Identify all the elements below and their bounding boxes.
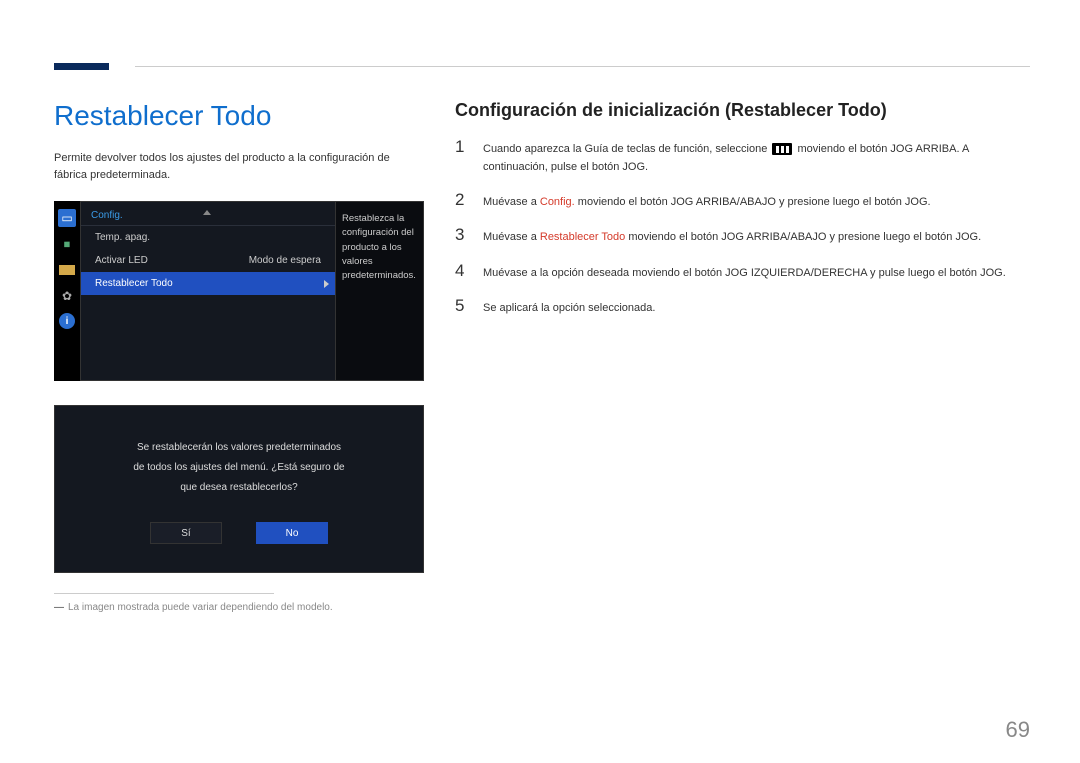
monitor-icon: ▭: [58, 209, 76, 227]
footnote-dash: ―: [54, 602, 64, 613]
header-divider: [135, 66, 1030, 67]
color-icon: ◆: [58, 235, 76, 253]
osd-row: Activar LED Modo de espera: [81, 249, 335, 272]
step-number: 3: [455, 225, 469, 245]
step-text: Se aplicará la opción seleccionada.: [483, 296, 655, 317]
osd-sidebar: ▭ ◆ ✿ i: [54, 201, 80, 381]
dialog-message: Se restablecerán los valores predetermin…: [75, 438, 403, 498]
step-2: 2 Muévase a Config. moviendo el botón JO…: [455, 190, 1025, 211]
step-text: Muévase a Restablecer Todo moviendo el b…: [483, 225, 981, 246]
dialog-line: Se restablecerán los valores predetermin…: [75, 438, 403, 458]
page-title: Restablecer Todo: [54, 100, 424, 132]
footnote-divider: [54, 593, 274, 594]
arrow-right-icon: [324, 280, 329, 288]
osd-row-label: Temp. apag.: [95, 232, 150, 243]
step-highlight: Config.: [540, 196, 575, 208]
arrow-up-icon: [203, 210, 211, 215]
dialog-line: de todos los ajustes del menú. ¿Está seg…: [75, 458, 403, 478]
osd-row-selected: Restablecer Todo: [81, 272, 335, 295]
right-column: Configuración de inicialización (Restabl…: [455, 100, 1025, 331]
step-highlight: Restablecer Todo: [540, 231, 625, 243]
osd-screenshot-1: ▭ ◆ ✿ i Config. Temp. apag. Activar LED …: [54, 201, 424, 381]
osd-help-panel: Restablezca la configuración del product…: [336, 201, 424, 381]
step-number: 4: [455, 261, 469, 281]
step-number: 2: [455, 190, 469, 210]
step-number: 1: [455, 137, 469, 157]
osd-row-value: Modo de espera: [249, 255, 321, 266]
gear-icon: ✿: [58, 287, 76, 305]
osd-header: Config.: [81, 202, 335, 226]
step-text: Muévase a la opción deseada moviendo el …: [483, 261, 1006, 282]
step-5: 5 Se aplicará la opción seleccionada.: [455, 296, 1025, 317]
dialog-no-button: No: [256, 522, 328, 544]
dialog-buttons: Sí No: [75, 522, 403, 544]
step-3: 3 Muévase a Restablecer Todo moviendo el…: [455, 225, 1025, 246]
step-text-part: Muévase a: [483, 231, 540, 243]
footnote: ― La imagen mostrada puede variar dependi…: [54, 602, 424, 613]
footnote-text: La imagen mostrada puede variar dependie…: [68, 602, 333, 613]
step-text-part: moviendo el botón JOG ARRIBA/ABAJO y pre…: [575, 196, 931, 208]
step-text: Cuando aparezca la Guía de teclas de fun…: [483, 137, 1025, 176]
menu-icon: [772, 143, 792, 155]
osd-row-label: Restablecer Todo: [95, 278, 173, 289]
step-1: 1 Cuando aparezca la Guía de teclas de f…: [455, 137, 1025, 176]
osd-row-label: Activar LED: [95, 255, 148, 266]
step-text-part: Muévase a: [483, 196, 540, 208]
dialog-yes-button: Sí: [150, 522, 222, 544]
section-subtitle: Configuración de inicialización (Restabl…: [455, 100, 1025, 121]
osd-screenshot-dialog: Se restablecerán los valores predetermin…: [54, 405, 424, 573]
step-text-part: moviendo el botón JOG ARRIBA/ABAJO y pre…: [625, 231, 981, 243]
intro-paragraph: Permite devolver todos los ajustes del p…: [54, 150, 424, 183]
osd-main-panel: Config. Temp. apag. Activar LED Modo de …: [80, 201, 336, 381]
left-column: Restablecer Todo Permite devolver todos …: [54, 100, 424, 613]
step-4: 4 Muévase a la opción deseada moviendo e…: [455, 261, 1025, 282]
info-icon: i: [59, 313, 75, 329]
step-text-part: Cuando aparezca la Guía de teclas de fun…: [483, 143, 770, 155]
size-icon: [58, 261, 76, 279]
header-accent-bar: [54, 63, 109, 70]
page-number: 69: [1006, 717, 1030, 743]
osd-row: Temp. apag.: [81, 226, 335, 249]
osd-header-label: Config.: [91, 210, 123, 221]
dialog-line: que desea restablecerlos?: [75, 478, 403, 498]
step-text: Muévase a Config. moviendo el botón JOG …: [483, 190, 931, 211]
step-number: 5: [455, 296, 469, 316]
